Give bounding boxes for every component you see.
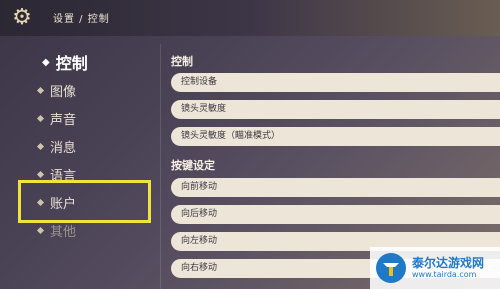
active-marker-icon: ◆ — [42, 56, 50, 68]
sidebar-item-other[interactable]: 其他 — [36, 221, 77, 240]
sidebar-item-control[interactable]: ◆ 控制 — [42, 50, 88, 74]
sidebar-item-label: 其他 — [50, 225, 77, 240]
setting-row-camera-sensitivity-aim[interactable]: 镜头灵敏度（瞄准模式） — [171, 127, 500, 146]
watermark-text: 泰尔达游戏网 www.tairda.com — [412, 256, 484, 280]
sidebar-item-label: 消息 — [50, 141, 77, 156]
diamond-bullet-icon — [36, 142, 45, 151]
divider — [160, 44, 161, 289]
section-title-keybinds: 按键设定 — [171, 159, 215, 172]
sidebar-item-label: 图像 — [50, 85, 77, 100]
sidebar-item-sound[interactable]: 声音 — [36, 109, 77, 128]
diamond-bullet-icon — [36, 86, 45, 95]
diamond-bullet-icon — [36, 114, 45, 123]
sidebar-nav: ◆ 控制 图像 声音 消息 语言 账户 其他 — [0, 42, 160, 289]
top-bar: ⚙ 设置 / 控制 — [0, 0, 500, 36]
section-title-control: 控制 — [171, 55, 193, 68]
sidebar-item-messages[interactable]: 消息 — [36, 137, 77, 156]
sidebar-item-graphics[interactable]: 图像 — [36, 81, 77, 100]
setting-row-control-device[interactable]: 控制设备 — [171, 73, 500, 92]
diamond-bullet-icon — [36, 226, 45, 235]
watermark-logo-icon — [376, 253, 406, 283]
breadcrumb: 设置 / 控制 — [53, 14, 110, 25]
watermark: 泰尔达游戏网 www.tairda.com — [370, 247, 500, 289]
watermark-name: 泰尔达游戏网 — [412, 256, 485, 270]
gear-icon[interactable]: ⚙ — [10, 6, 34, 30]
sidebar-item-label: 声音 — [50, 113, 77, 128]
setting-row-move-forward[interactable]: 向前移动 — [171, 178, 500, 197]
setting-row-move-backward[interactable]: 向后移动 — [171, 205, 500, 224]
highlight-box — [18, 180, 151, 223]
setting-row-camera-sensitivity[interactable]: 镜头灵敏度 — [171, 100, 500, 119]
watermark-url: www.tairda.com — [412, 270, 477, 279]
sidebar-item-label: 控制 — [55, 54, 88, 73]
diamond-bullet-icon — [36, 170, 45, 179]
